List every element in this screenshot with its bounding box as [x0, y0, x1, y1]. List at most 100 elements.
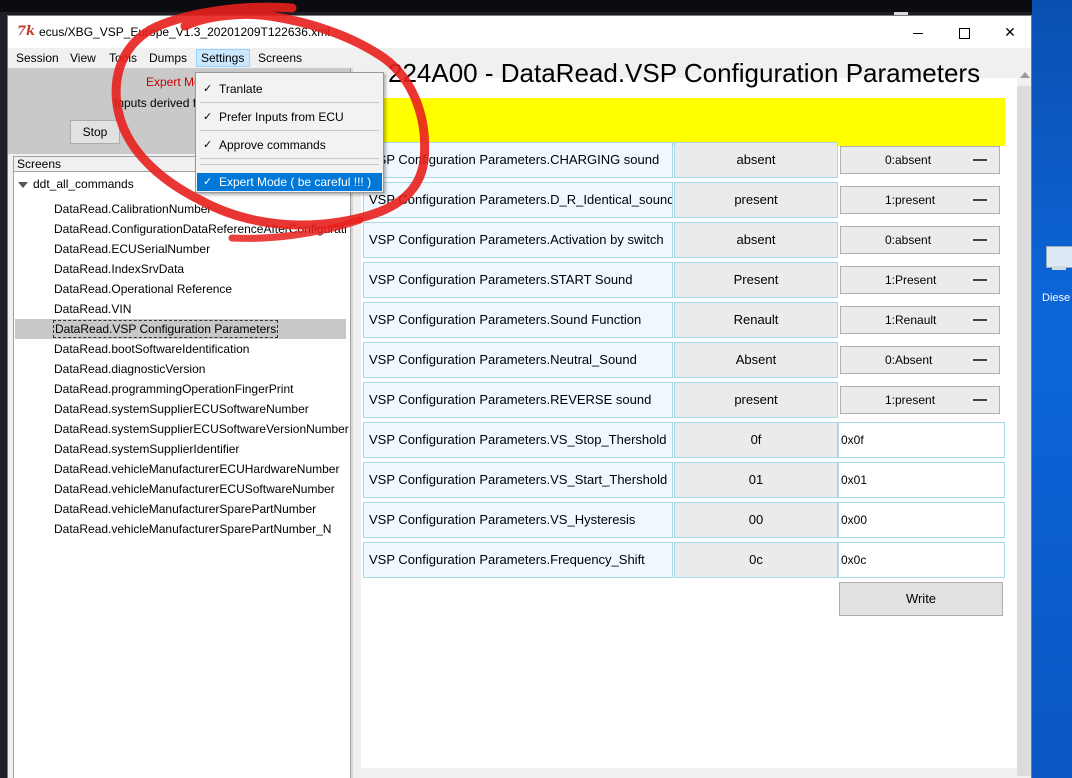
parameter-value: 0c: [674, 542, 838, 578]
tree-item[interactable]: DataRead.bootSoftwareIdentification: [14, 339, 351, 359]
tree-item[interactable]: DataRead.vehicleManufacturerSparePartNum…: [14, 519, 351, 539]
tree-item[interactable]: DataRead.diagnosticVersion: [14, 359, 351, 379]
tree-item-label: DataRead.programmingOperationFingerPrint: [54, 382, 294, 396]
menu-item-translate[interactable]: ✓ Tranlate: [197, 78, 382, 100]
parameter-row: VSP Configuration Parameters.VS_Stop_The…: [363, 422, 1005, 458]
parameter-row: VSP Configuration Parameters.VS_Start_Th…: [363, 462, 1005, 498]
tree-item-label: DataRead.bootSoftwareIdentification: [54, 342, 250, 356]
parameter-value: 0f: [674, 422, 838, 458]
parameter-name: VSP Configuration Parameters.Activation …: [363, 222, 673, 258]
parameter-hex-input[interactable]: 0x00: [838, 502, 1005, 538]
inputs-derived-label: Inputs derived f: [114, 96, 197, 110]
tree-item-label: DataRead.VSP Configuration Parameters: [53, 320, 279, 338]
tree-item[interactable]: DataRead.systemSupplierECUSoftwareNumber: [14, 399, 351, 419]
tree-item[interactable]: DataRead.CalibrationNumber: [14, 199, 351, 219]
parameter-hex-input[interactable]: 0x0c: [838, 542, 1005, 578]
parameter-option-menu[interactable]: 0:absent: [840, 226, 1000, 254]
close-button[interactable]: ✕: [988, 20, 1031, 44]
monitor-shape: [1046, 246, 1072, 268]
menu-session[interactable]: Session: [12, 49, 63, 67]
parameter-hex-input[interactable]: 0x01: [838, 462, 1005, 498]
parameter-name: VSP Configuration Parameters.REVERSE sou…: [363, 382, 673, 418]
menu-item-prefer-inputs[interactable]: ✓ Prefer Inputs from ECU: [197, 106, 382, 128]
tree-item-label: DataRead.diagnosticVersion: [54, 362, 206, 376]
tree-item-label: DataRead.VIN: [54, 302, 132, 316]
menu-item-expert-mode[interactable]: ✓ Expert Mode ( be careful !!! ): [197, 173, 382, 191]
tree-root[interactable]: ddt_all_commands: [18, 177, 134, 191]
tree-item[interactable]: DataRead.VIN: [14, 299, 351, 319]
tree-item[interactable]: DataRead.ConfigurationDataReferenceAfter…: [14, 219, 351, 239]
parameter-row: VSP Configuration Parameters.Frequency_S…: [363, 542, 1005, 578]
desktop-icon-label[interactable]: Diese: [1042, 292, 1070, 304]
parameter-name: VSP Configuration Parameters.VS_Stop_The…: [363, 422, 673, 458]
parameter-name: VSP Configuration Parameters.D_R_Identic…: [363, 182, 673, 218]
tree-item-label: DataRead.vehicleManufacturerECUSoftwareN…: [54, 482, 335, 496]
menu-dumps[interactable]: Dumps: [145, 49, 191, 67]
tree-item[interactable]: DataRead.systemSupplierECUSoftwareVersio…: [14, 419, 351, 439]
tree-item[interactable]: DataRead.Operational Reference: [14, 279, 351, 299]
menu-item-label: Tranlate: [219, 82, 263, 96]
tree-item-label: DataRead.vehicleManufacturerECUHardwareN…: [54, 462, 340, 476]
parameter-name: VSP Configuration Parameters.Sound Funct…: [363, 302, 673, 338]
parameter-row: VSP Configuration Parameters.Sound Funct…: [363, 302, 1005, 338]
menu-separator: [200, 158, 379, 159]
checkmark-icon: ✓: [203, 176, 213, 188]
menu-item-label: Approve commands: [219, 138, 326, 152]
menu-item-label: Prefer Inputs from ECU: [219, 110, 344, 124]
parameter-row: VSP Configuration Parameters.REVERSE sou…: [363, 382, 1005, 418]
scroll-thumb[interactable]: [1017, 86, 1031, 776]
monitor-stand: [1052, 266, 1066, 270]
tree-item-label: DataRead.vehicleManufacturerSparePartNum…: [54, 502, 317, 516]
parameter-name: VSP Configuration Parameters.Frequency_S…: [363, 542, 673, 578]
parameter-value: Absent: [674, 342, 838, 378]
maximize-button[interactable]: [942, 20, 986, 44]
parameter-option-menu[interactable]: 0:absent: [840, 146, 1000, 174]
tree-item[interactable]: DataRead.vehicleManufacturerECUSoftwareN…: [14, 479, 351, 499]
minimize-button[interactable]: [896, 20, 940, 44]
tree-item[interactable]: DataRead.VSP Configuration Parameters: [15, 319, 346, 339]
parameter-option-menu[interactable]: 1:Renault: [840, 306, 1000, 334]
tree-item-label: DataRead.vehicleManufacturerSparePartNum…: [54, 522, 332, 536]
tree-item-label: DataRead.Operational Reference: [54, 282, 233, 296]
parameter-option-menu[interactable]: 0:Absent: [840, 346, 1000, 374]
menu-separator: [200, 130, 379, 131]
tree-item[interactable]: DataRead.IndexSrvData: [14, 259, 351, 279]
parameter-value: absent: [674, 142, 838, 178]
tree-item[interactable]: DataRead.vehicleManufacturerSparePartNum…: [14, 499, 351, 519]
tree-item-label: DataRead.CalibrationNumber: [54, 202, 212, 216]
parameter-name: VSP Configuration Parameters.CHARGING so…: [363, 142, 673, 178]
expert-mode-label: Expert Mo: [146, 75, 201, 89]
menu-view[interactable]: View: [66, 49, 100, 67]
desktop-background: [1032, 0, 1072, 778]
tree-item[interactable]: DataRead.vehicleManufacturerECUHardwareN…: [14, 459, 351, 479]
desktop-top-strip: [0, 0, 1072, 12]
desktop-computer-icon[interactable]: [1040, 242, 1072, 284]
parameter-option-menu[interactable]: 1:present: [840, 186, 1000, 214]
stop-button[interactable]: Stop: [70, 120, 120, 144]
menu-settings[interactable]: Settings: [196, 49, 250, 67]
tree-item[interactable]: DataRead.ECUSerialNumber: [14, 239, 351, 259]
menu-separator: [200, 164, 379, 165]
title-bar[interactable]: 7k ecus/XBG_VSP_Europe_V1.3_20201209T122…: [8, 16, 1031, 48]
menu-item-approve-commands[interactable]: ✓ Approve commands: [197, 134, 382, 156]
tree-item-label: DataRead.systemSupplierECUSoftwareNumber: [54, 402, 309, 416]
parameter-name: VSP Configuration Parameters.Neutral_Sou…: [363, 342, 673, 378]
screen-title: 224A00 - DataRead.VSP Configuration Para…: [388, 58, 981, 88]
parameter-option-menu[interactable]: 1:Present: [840, 266, 1000, 294]
parameter-hex-input[interactable]: 0x0f: [838, 422, 1005, 458]
settings-dropdown-menu: ✓ Tranlate ✓ Prefer Inputs from ECU ✓ Ap…: [195, 72, 384, 193]
screens-tree[interactable]: ddt_all_commands DataRead.CalibrationNum…: [13, 172, 350, 778]
parameter-value: Renault: [674, 302, 838, 338]
expand-caret-icon[interactable]: [18, 181, 28, 188]
checkmark-icon: ✓: [203, 111, 213, 123]
parameter-name: VSP Configuration Parameters.VS_Start_Th…: [363, 462, 673, 498]
parameter-name: VSP Configuration Parameters.START Sound: [363, 262, 673, 298]
write-button[interactable]: Write: [839, 582, 1003, 616]
parameter-option-menu[interactable]: 1:present: [840, 386, 1000, 414]
tree-item[interactable]: DataRead.programmingOperationFingerPrint: [14, 379, 351, 399]
menu-tools[interactable]: Tools: [105, 49, 141, 67]
menu-screens[interactable]: Screens: [254, 49, 306, 67]
screen-header-banner: [383, 98, 1005, 146]
tree-item[interactable]: DataRead.systemSupplierIdentifier: [14, 439, 351, 459]
scroll-up-arrow-icon[interactable]: [1020, 72, 1030, 78]
